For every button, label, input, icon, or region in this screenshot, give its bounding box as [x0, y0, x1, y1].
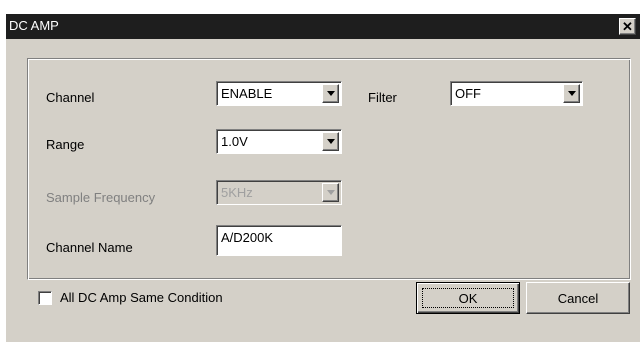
channel-name-label: Channel Name	[46, 240, 133, 255]
range-value: 1.0V	[221, 134, 248, 149]
close-icon: ✕	[622, 19, 633, 34]
same-condition-label[interactable]: All DC Amp Same Condition	[60, 290, 223, 305]
channel-dropdown-arrow-icon[interactable]	[322, 84, 339, 103]
channel-value: ENABLE	[221, 86, 273, 101]
filter-dropdown-arrow-icon[interactable]	[563, 84, 580, 103]
filter-label: Filter	[368, 90, 397, 105]
dc-amp-dialog: DC AMP ✕ Channel ENABLE Filter OFF Range…	[6, 14, 640, 342]
sample-frequency-label: Sample Frequency	[46, 190, 156, 205]
title-bar[interactable]: DC AMP ✕	[6, 14, 640, 39]
cancel-button[interactable]: Cancel	[526, 282, 630, 314]
range-dropdown-arrow-icon[interactable]	[322, 132, 339, 151]
sample-frequency-dropdown-arrow-icon	[322, 183, 339, 202]
channel-name-input[interactable]: A/D200K	[216, 225, 342, 256]
cancel-button-label: Cancel	[557, 290, 599, 306]
dialog-title: DC AMP	[9, 18, 59, 33]
channel-label: Channel	[46, 90, 95, 105]
same-condition-checkbox[interactable]	[38, 291, 52, 305]
range-select[interactable]: 1.0V	[216, 129, 342, 154]
filter-select[interactable]: OFF	[450, 81, 583, 106]
channel-name-value: A/D200K	[221, 230, 274, 245]
ok-button[interactable]: OK	[416, 282, 520, 314]
channel-select[interactable]: ENABLE	[216, 81, 342, 106]
close-button[interactable]: ✕	[619, 18, 636, 35]
ok-button-label: OK	[458, 290, 478, 306]
sample-frequency-value: 5KHz	[221, 185, 253, 200]
filter-value: OFF	[455, 86, 481, 101]
range-label: Range	[46, 137, 85, 152]
sample-frequency-select: 5KHz	[216, 180, 342, 205]
